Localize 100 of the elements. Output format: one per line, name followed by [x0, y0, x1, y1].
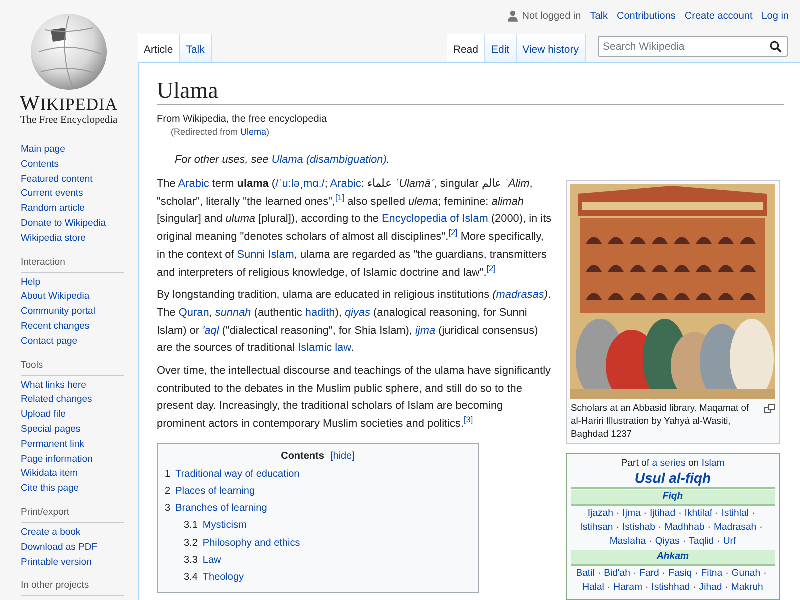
sidebar-link[interactable]: Wikidata item [21, 467, 130, 482]
sidebar-link[interactable]: Upload file [21, 408, 130, 423]
separator-dot: · [678, 508, 682, 519]
sidebar-link[interactable]: What links here [21, 378, 130, 394]
search-field[interactable]: Search Wikipedia [598, 36, 788, 57]
inline-link[interactable]: Arabic [178, 178, 210, 190]
sidebar-link[interactable]: Related changes [21, 393, 130, 408]
inline-link[interactable]: ijma [415, 324, 436, 337]
topic-link[interactable]: Ikhtilaf [684, 508, 713, 519]
inline-link[interactable]: Quran [178, 306, 210, 319]
sidebar-link[interactable]: Special pages [21, 422, 130, 438]
sidebar-link[interactable]: About Wikipedia [21, 290, 130, 306]
sidebar-link[interactable]: Random article [21, 202, 130, 217]
topic-link[interactable]: Istishab [622, 522, 656, 533]
separator-dot: · [662, 568, 666, 579]
topic-link[interactable]: Jihad [699, 582, 722, 593]
page-tab[interactable]: Talk [180, 34, 212, 62]
topic-link[interactable]: Maslaha [610, 536, 646, 547]
sidebar-link[interactable]: Permanent link [21, 438, 130, 453]
sidebar-link[interactable]: Help [21, 276, 130, 290]
topic-link[interactable]: Haram [614, 582, 642, 593]
disambiguation-link[interactable]: Ulama (disambiguation) [272, 154, 387, 166]
topic-link[interactable]: Fitna [701, 568, 723, 579]
hide-link[interactable]: [hide] [330, 450, 355, 462]
toc-entry[interactable]: 3.1 Mysticism [165, 517, 471, 535]
sidebar-link[interactable]: Create a book [21, 526, 130, 541]
personal-link[interactable]: Create account [684, 10, 753, 22]
topic-link[interactable]: Istihlal [722, 508, 749, 519]
enlarge-icon[interactable] [764, 404, 775, 413]
inline-link[interactable]: hadith [305, 306, 336, 319]
inline-link[interactable]: /ˈuːləˌmɑː/ [276, 178, 325, 190]
inline-link[interactable]: Arabic [330, 178, 362, 190]
sidebar-link[interactable]: Community portal [21, 305, 130, 320]
topic-link[interactable]: Bid'ah [604, 568, 630, 579]
personal-link[interactable]: Contributions [617, 10, 676, 22]
series-link[interactable]: Islam [702, 458, 725, 469]
section-link[interactable]: Ahkam [657, 551, 689, 562]
sidebar-link[interactable]: Donate to Wikipedia [21, 216, 130, 232]
login-status: Not logged in [522, 10, 582, 22]
toc-entry[interactable]: 3.2 Philosophy and ethics [165, 534, 471, 552]
section-link[interactable]: Fiqh [662, 491, 684, 502]
puzzle-globe-icon[interactable] [29, 12, 109, 92]
series-link[interactable]: a series [652, 458, 686, 469]
sidebar-link[interactable]: Cite this page [21, 482, 130, 497]
topic-link[interactable]: Istishhad [652, 582, 690, 593]
view-tab[interactable]: View history [516, 34, 586, 62]
toc-entry[interactable]: 2 Places of learning [165, 483, 471, 500]
topic-link[interactable]: Madhhab [664, 522, 705, 533]
inline-link[interactable]: [2] [448, 231, 458, 244]
topic-link[interactable]: Halal [582, 582, 604, 593]
toc-entry[interactable]: 3 Branches of learning [165, 500, 471, 518]
search-icon[interactable] [770, 41, 782, 53]
topic-link[interactable]: Gunah [732, 568, 761, 579]
separator-dot: · [708, 522, 711, 533]
topic-link[interactable]: Ijma [622, 508, 641, 519]
inline-link[interactable]: [2] [486, 266, 496, 279]
personal-link[interactable]: Log in [762, 10, 789, 22]
sidebar-link[interactable]: Contents [21, 158, 130, 173]
inline-link[interactable]: [3] [464, 418, 474, 430]
sidebar-link[interactable]: Contact page [21, 334, 130, 350]
sidebar-link[interactable]: Current events [21, 187, 130, 202]
inline-link[interactable]: Sunni Islam [237, 248, 294, 261]
sidebar-link[interactable]: Featured content [21, 172, 130, 188]
toc-entry[interactable]: 3.4 Theology [165, 569, 471, 586]
inline-link[interactable]: sunnah [215, 306, 252, 319]
inline-link[interactable]: madrasas [496, 289, 544, 302]
topic-link[interactable]: Madrasah [714, 522, 757, 533]
redirect-link[interactable]: Ulema [240, 127, 267, 137]
separator-dot: · [633, 568, 637, 579]
inline-link[interactable]: Encyclopedia of Islam [382, 213, 488, 226]
view-tab[interactable]: Read [447, 34, 486, 62]
inline-link[interactable]: 'aql [202, 324, 220, 337]
topic-link[interactable]: Ijtihad [650, 508, 676, 519]
inline-link[interactable]: [1] [335, 196, 345, 208]
view-tab[interactable]: Edit [485, 34, 517, 62]
topic-link[interactable]: Istihsan [580, 522, 614, 533]
sidebar-link[interactable]: Page information [21, 452, 130, 468]
paragraph: By longstanding tradition, ulama are educated in religious institutions (madrasas). The Quran, sunnah (authentic hadith), qiyas (analogical reasoning, for Sunni Islam) or 'aql ("dialectical reasoning", for Shia Islam), ijma (juridical consensus) are the sources of traditional Islamic law. [157, 288, 552, 356]
sidebar-link[interactable]: Main page [21, 143, 130, 158]
toc-entry[interactable]: 1 Traditional way of education [165, 466, 471, 484]
topic-link[interactable]: Qiyas [655, 536, 680, 547]
toc-entry[interactable]: 3.3 Law [165, 552, 471, 570]
separator-dot: · [764, 568, 767, 579]
sidebar-link[interactable]: Wikipedia store [21, 232, 130, 247]
hatnote: For other uses, see Ulama (disambiguation). [174, 153, 391, 167]
sidebar-link[interactable]: Recent changes [21, 320, 130, 335]
topic-link[interactable]: Fard [640, 568, 660, 579]
separator-dot: · [716, 508, 719, 519]
topic-link[interactable]: Makruh [731, 582, 764, 593]
page-tab[interactable]: Article [138, 34, 180, 62]
topic-link[interactable]: Batil [576, 568, 595, 579]
topic-link[interactable]: Ijazah [588, 508, 614, 519]
topic-link[interactable]: Urf [723, 536, 736, 547]
personal-link[interactable]: Talk [590, 10, 608, 22]
topic-link[interactable]: Taqlid [689, 536, 714, 547]
sidebar-link[interactable]: Download as PDF [21, 540, 130, 556]
inline-link[interactable]: Islamic law [298, 342, 351, 354]
inline-link[interactable]: qiyas [344, 306, 370, 319]
sidebar-link[interactable]: Printable version [21, 556, 130, 570]
topic-link[interactable]: Fasiq [668, 568, 692, 579]
